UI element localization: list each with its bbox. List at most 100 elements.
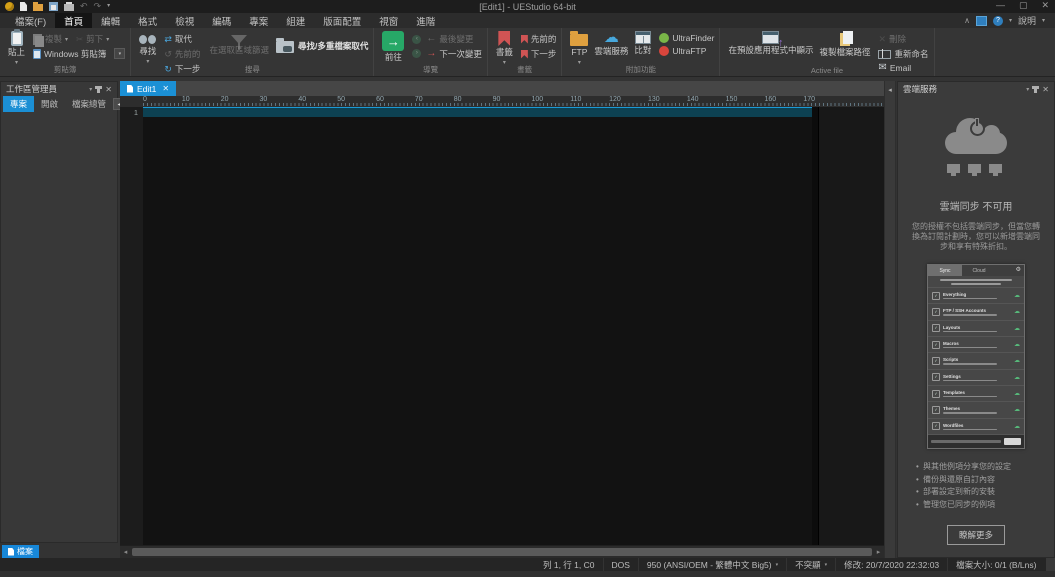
cloud-services-button[interactable]: ☁ 雲端服務 — [591, 30, 631, 57]
scroll-left-icon[interactable]: ◂ — [120, 548, 131, 556]
group-label-bookmarks: 書籤 — [488, 64, 562, 75]
workspace-panel-body[interactable] — [1, 112, 117, 542]
checkbox-icon: ✓ — [932, 406, 940, 414]
chevron-down-icon[interactable]: ▾ — [1009, 17, 1012, 24]
last-change-button[interactable]: ←最後變更 — [426, 33, 482, 45]
tab-close-icon[interactable]: ✕ — [162, 84, 169, 93]
uestudio-window: ↶ ↷ ▾ [Edit1] - UEStudio 64-bit — ▢ ✕ 檔案… — [0, 0, 1055, 571]
panel-close-icon[interactable]: ✕ — [105, 85, 112, 94]
chevron-down-icon: ▾ — [825, 562, 828, 568]
sync-item: ✓ FTP / SSH Accounts ☁ — [928, 303, 1024, 319]
scroll-right-icon[interactable]: ▸ — [873, 548, 884, 556]
goto-icon: → — [382, 31, 404, 51]
back-position-icon[interactable]: ‹ — [412, 35, 421, 44]
status-bar: 列 1, 行 1, C0 DOS 950 (ANSI/OEM - 繁體中文 Bi… — [0, 558, 1055, 571]
previous-bookmark-button[interactable]: 先前的 — [521, 33, 557, 45]
sync-item: ✓ Templates ☁ — [928, 385, 1024, 401]
menu-item[interactable]: 編碼 — [203, 13, 240, 29]
document-tab-edit1[interactable]: Edit1 ✕ — [120, 81, 176, 96]
find-in-files-button[interactable]: 尋找/多重檔案取代 — [276, 30, 368, 53]
find-previous-button[interactable]: ↺先前的 — [164, 48, 200, 60]
minimize-button[interactable]: — — [996, 0, 1005, 11]
text-editing-area[interactable] — [143, 107, 812, 545]
ribbon-group-search: 尋找 ▾ ⇄取代 ↺先前的 ↻下一步 在選取區域篩選 尋找/多重檔案取代 搜尋 — [131, 28, 374, 76]
panel-close-icon[interactable]: ✕ — [1042, 85, 1049, 94]
workspace-tab[interactable]: 檔案總管 — [65, 96, 113, 112]
cloud-panel-header: 雲端服務 ▾ ✕ — [898, 82, 1054, 96]
menu-item[interactable]: 編輯 — [92, 13, 129, 29]
goto-button[interactable]: → 前往 — [379, 30, 407, 63]
group-label-clipboard: 剪貼簿 — [0, 64, 130, 75]
sync-preview-caption — [928, 276, 1024, 287]
cloud-status-icon: ☁ — [1014, 390, 1020, 397]
workspace-tab[interactable]: 開啟 — [34, 96, 65, 112]
cloud-icon: ☁ — [604, 31, 619, 45]
horizontal-scrollbar[interactable]: ◂ ▸ — [120, 545, 884, 558]
learn-more-button[interactable]: 瞭解更多 — [947, 525, 1005, 545]
workspace-tab[interactable]: 專案 — [3, 96, 34, 112]
rename-file-button[interactable]: 重新命名 — [878, 48, 928, 60]
bookmark-button[interactable]: 書籤 ▾ — [493, 30, 516, 67]
clipboard-dropdown[interactable]: ▾ — [114, 48, 125, 59]
sync-item: ✓ Settings ☁ — [928, 369, 1024, 385]
help-icon[interactable]: ? — [993, 16, 1003, 26]
encoding-selector[interactable]: 950 (ANSI/OEM - 繁體中文 Big5)▾ — [639, 558, 787, 571]
benefit-item: 與其他例項分享您的設定 — [916, 461, 1054, 474]
ruler-number: 60 — [376, 96, 415, 107]
menu-item[interactable]: 視窗 — [370, 13, 407, 29]
menu-item[interactable]: 專案 — [240, 13, 277, 29]
show-in-default-app-button[interactable]: 在預設應用程式中顯示 — [725, 30, 816, 56]
cut-button[interactable]: ✂剪下▾ — [76, 33, 109, 45]
sync-preview-tabs: Sync Cloud ⚙ — [928, 265, 1024, 276]
layout-icon[interactable] — [976, 16, 987, 26]
copy-button[interactable]: 複製▾ — [33, 33, 68, 45]
ultrafinder-button[interactable]: UltraFinder — [659, 33, 714, 43]
replace-button[interactable]: ⇄取代 — [164, 33, 200, 45]
panel-menu-icon[interactable]: ▾ — [89, 86, 92, 93]
forward-position-icon[interactable]: › — [412, 49, 421, 58]
pin-icon[interactable] — [97, 86, 100, 93]
compare-button[interactable]: 比對 — [631, 30, 654, 56]
line-format[interactable]: DOS — [604, 558, 639, 571]
help-menu[interactable]: 說明 — [1018, 14, 1036, 27]
delete-file-button[interactable]: ✕刪除 — [878, 33, 928, 45]
close-button[interactable]: ✕ — [1041, 0, 1049, 11]
find-button[interactable]: 尋找 ▾ — [136, 30, 159, 66]
menu-item[interactable]: 首頁 — [55, 13, 92, 29]
collapse-ribbon-icon[interactable]: ∧ — [964, 16, 970, 25]
files-panel-tab[interactable]: 檔案 — [2, 545, 39, 558]
menu-item[interactable]: 檔案(F) — [6, 13, 55, 29]
copy-file-path-button[interactable]: 複製檔案路徑 — [816, 30, 873, 58]
bookmark-up-icon — [521, 35, 528, 44]
panel-splitter[interactable]: ◂ — [884, 81, 896, 558]
collapse-panel-icon[interactable]: ◂ — [885, 86, 895, 94]
ftp-button[interactable]: FTP ▾ — [567, 30, 591, 67]
filter-selection-button[interactable]: 在選取區域篩選 — [206, 30, 272, 56]
next-change-button[interactable]: →下一次變更 — [426, 48, 482, 60]
ruler-number: 0 — [143, 96, 182, 107]
window-controls: — ▢ ✕ — [996, 0, 1049, 11]
cloud-panel-title: 雲端服務 — [903, 83, 937, 95]
menu-item[interactable]: 進階 — [407, 13, 444, 29]
cursor-position[interactable]: 列 1, 行 1, C0 — [535, 558, 604, 571]
maximize-button[interactable]: ▢ — [1019, 0, 1028, 11]
menu-bar: 檔案(F)首頁編輯格式檢視編碼專案組建版面配置視窗進階 ∧ ? ▾ 說明 ▾ — [0, 13, 1055, 28]
group-label-search: 搜尋 — [131, 64, 373, 75]
ultraftp-button[interactable]: UltraFTP — [659, 46, 714, 56]
mode-indicator[interactable]: 寫入 — [1046, 558, 1055, 571]
secondary-pane[interactable] — [818, 107, 884, 545]
scrollbar-thumb[interactable] — [132, 548, 872, 556]
menu-item[interactable]: 檢視 — [166, 13, 203, 29]
windows-clipboard-button[interactable]: Windows 剪貼簿 — [33, 48, 106, 60]
pin-icon[interactable] — [1034, 86, 1037, 93]
cloud-benefits-list: 與其他例項分享您的設定備份與還原自訂內容部署設定到新的安裝管理您已同步的例項 — [898, 461, 1054, 511]
highlight-selector[interactable]: 不突顯▾ — [787, 558, 836, 571]
menu-item[interactable]: 版面配置 — [314, 13, 370, 29]
next-bookmark-button[interactable]: 下一步 — [521, 48, 557, 60]
chevron-down-icon[interactable]: ▾ — [1042, 17, 1045, 24]
paste-button[interactable]: 貼上 ▾ — [5, 30, 28, 67]
panel-menu-icon[interactable]: ▾ — [1026, 86, 1029, 93]
menu-item[interactable]: 組建 — [277, 13, 314, 29]
menu-item[interactable]: 格式 — [129, 13, 166, 29]
sync-item: ✓ Layouts ☁ — [928, 320, 1024, 336]
